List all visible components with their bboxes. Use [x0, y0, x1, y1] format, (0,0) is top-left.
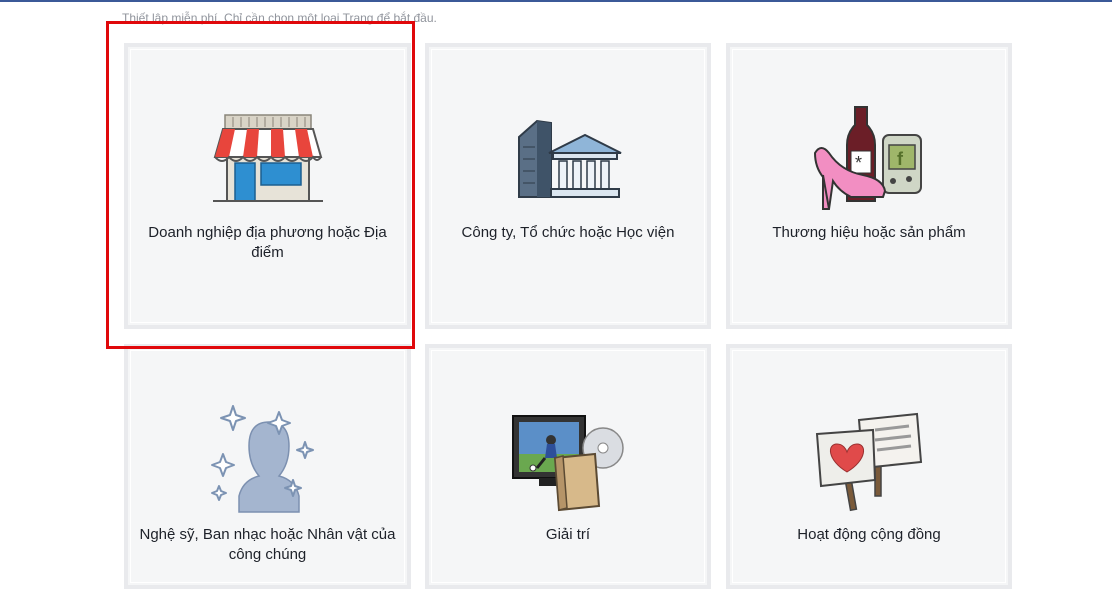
category-label: Thương hiệu hoặc sản phẩm	[772, 224, 966, 241]
category-label: Giải trí	[545, 526, 591, 543]
company-building-icon	[518, 119, 622, 198]
category-label: Nghệ sỹ, Ban nhạc hoặc Nhân vật của công…	[139, 526, 396, 563]
category-card-community[interactable]: Hoạt động cộng đồng	[726, 344, 1012, 589]
category-card-artist[interactable]: Nghệ sỹ, Ban nhạc hoặc Nhân vật của công…	[124, 344, 411, 589]
community-signs-icon	[815, 412, 923, 512]
category-label: Công ty, Tổ chức hoặc Học viện	[461, 224, 675, 241]
category-label: Hoạt động cộng đồng	[797, 526, 941, 543]
category-card-local-business[interactable]: Doanh nghiệp địa phương hoặc Địa điểm	[124, 43, 411, 329]
brand-product-icon: f *	[813, 106, 922, 210]
top-bar	[0, 0, 1112, 2]
artist-silhouette-icon	[210, 405, 314, 513]
category-card-brand-product[interactable]: f * Thương hiệu hoặc sản phẩm	[726, 43, 1012, 329]
entertainment-icon	[512, 415, 624, 512]
svg-text:f: f	[897, 149, 904, 169]
storefront-icon	[212, 114, 323, 202]
page-subtitle: Thiết lập miễn phí. Chỉ cần chọn một loạ…	[122, 11, 437, 25]
category-card-entertainment[interactable]: Giải trí	[425, 344, 711, 589]
category-label: Doanh nghiệp địa phương hoặc Địa điểm	[148, 224, 387, 261]
category-card-company[interactable]: Công ty, Tổ chức hoặc Học viện	[425, 43, 711, 329]
svg-text:*: *	[855, 153, 862, 173]
